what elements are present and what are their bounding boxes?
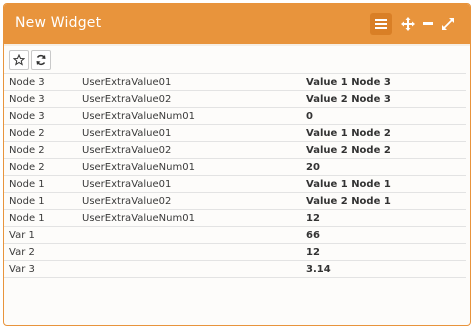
value-cell: 3.14: [301, 260, 466, 278]
value-cell: Value 2 Node 1: [301, 192, 466, 210]
key-cell: UserExtraValue02: [77, 192, 301, 210]
node-cell: Node 2: [4, 124, 77, 142]
node-cell: Node 1: [4, 209, 77, 227]
table-row: Node 1 UserExtraValue02 Value 2 Node 1: [4, 192, 466, 210]
value-cell: 0: [301, 107, 466, 125]
node-cell: Node 3: [4, 107, 77, 125]
table-row: Node 1 UserExtraValue01 Value 1 Node 1: [4, 175, 466, 193]
minimize-icon[interactable]: [422, 12, 434, 36]
table-row: Node 2 UserExtraValue01 Value 1 Node 2: [4, 124, 466, 142]
star-icon[interactable]: [9, 50, 29, 70]
key-cell: UserExtraValueNum01: [77, 209, 301, 227]
value-cell: Value 2 Node 2: [301, 141, 466, 159]
widget-panel: New Widget Node 3 UserExtraValue01 Value…: [3, 3, 471, 326]
table-row: Node 2 UserExtraValueNum01 20: [4, 158, 466, 176]
key-cell: [77, 243, 301, 261]
table-row: Var 2 12: [4, 243, 466, 261]
key-cell: [77, 226, 301, 244]
table-row: Node 3 UserExtraValue01 Value 1 Node 3: [4, 73, 466, 91]
values-table: Node 3 UserExtraValue01 Value 1 Node 3 N…: [4, 73, 466, 278]
key-cell: UserExtraValue01: [77, 175, 301, 193]
node-cell: Node 3: [4, 90, 77, 108]
widget-title: New Widget: [15, 15, 102, 31]
node-cell: Var 1: [4, 226, 77, 244]
table-row: Node 1 UserExtraValueNum01 12: [4, 209, 466, 227]
key-cell: UserExtraValueNum01: [77, 158, 301, 176]
node-cell: Var 3: [4, 260, 77, 278]
table-row: Node 3 UserExtraValue02 Value 2 Node 3: [4, 90, 466, 108]
menu-icon[interactable]: [370, 13, 392, 35]
table-row: Var 1 66: [4, 226, 466, 244]
table-row: Node 2 UserExtraValue02 Value 2 Node 2: [4, 141, 466, 159]
header-separator: [4, 44, 470, 46]
refresh-icon[interactable]: [31, 50, 51, 70]
value-cell: Value 1 Node 3: [301, 73, 466, 91]
node-cell: Node 2: [4, 158, 77, 176]
value-cell: 66: [301, 226, 466, 244]
key-cell: UserExtraValueNum01: [77, 107, 301, 125]
maximize-icon[interactable]: [440, 12, 456, 36]
table-row: Node 3 UserExtraValueNum01 0: [4, 107, 466, 125]
move-icon[interactable]: [400, 12, 416, 36]
node-cell: Node 3: [4, 73, 77, 91]
key-cell: UserExtraValue01: [77, 73, 301, 91]
key-cell: UserExtraValue01: [77, 124, 301, 142]
value-cell: 20: [301, 158, 466, 176]
node-cell: Node 1: [4, 192, 77, 210]
key-cell: UserExtraValue02: [77, 141, 301, 159]
value-cell: 12: [301, 243, 466, 261]
value-cell: Value 1 Node 2: [301, 124, 466, 142]
key-cell: UserExtraValue02: [77, 90, 301, 108]
table-row: Var 3 3.14: [4, 260, 466, 278]
node-cell: Node 2: [4, 141, 77, 159]
node-cell: Node 1: [4, 175, 77, 193]
key-cell: [77, 260, 301, 278]
widget-toolbar: [9, 50, 51, 70]
value-cell: Value 2 Node 3: [301, 90, 466, 108]
widget-header[interactable]: New Widget: [4, 4, 470, 44]
node-cell: Var 2: [4, 243, 77, 261]
value-cell: 12: [301, 209, 466, 227]
value-cell: Value 1 Node 1: [301, 175, 466, 193]
